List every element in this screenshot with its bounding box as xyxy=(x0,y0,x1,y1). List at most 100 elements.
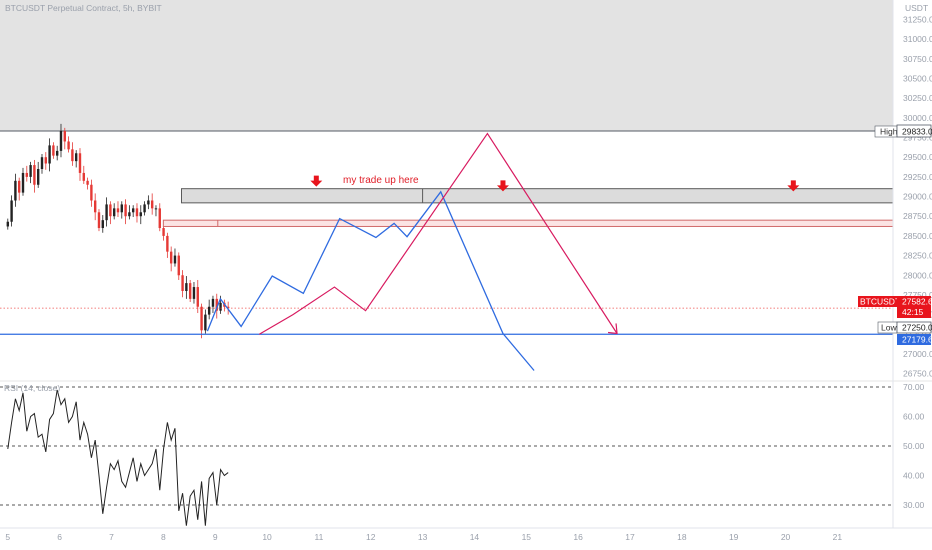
supply-zone-shading xyxy=(0,0,893,131)
candle-body xyxy=(173,255,177,264)
chart-header: BTCUSDT Perpetual Contract, 5h, BYBIT xyxy=(5,3,162,13)
candle-body xyxy=(105,204,108,221)
blue-line-price-tag: 27179.6 xyxy=(897,334,932,345)
candle-body xyxy=(188,283,192,299)
price-tick-label: 29000.0 xyxy=(903,192,932,202)
candle-body xyxy=(67,141,70,150)
candle-body xyxy=(166,235,169,252)
candle-countdown: 42:15 xyxy=(902,307,924,317)
trade-annotation: my trade up here xyxy=(343,175,419,186)
candle-body xyxy=(90,184,93,201)
time-tick-label: 17 xyxy=(625,532,635,542)
time-tick-label: 15 xyxy=(522,532,532,542)
rsi-tick-label: 50.00 xyxy=(903,441,925,451)
price-tick-label: 30750.0 xyxy=(903,54,932,64)
candle-body xyxy=(78,153,82,173)
candle-body xyxy=(10,200,13,222)
time-tick-label: 16 xyxy=(573,532,583,542)
candle-body xyxy=(219,302,222,311)
candle-body xyxy=(82,172,85,181)
time-axis: 5 6 7 8 9 10 11 12 13 14 15 16 17 18 19 20 21 xyxy=(0,527,932,542)
candle-body xyxy=(29,165,32,177)
candle-body xyxy=(40,157,44,170)
price-tick-label: 29500.0 xyxy=(903,152,932,162)
time-tick-label: 6 xyxy=(57,532,62,542)
candle-body xyxy=(120,204,123,213)
candle-body xyxy=(112,208,116,217)
price-tick-label: 26750.0 xyxy=(903,369,932,379)
time-tick-label: 21 xyxy=(833,532,843,542)
price-tick-label: 31250.0 xyxy=(903,14,932,24)
pink-projection-path xyxy=(258,132,618,335)
candle-body xyxy=(21,172,25,193)
candle-body xyxy=(25,172,28,177)
candle-body xyxy=(93,200,97,213)
time-tick-label: 19 xyxy=(729,532,739,542)
candle-body xyxy=(147,200,150,205)
candle-body xyxy=(185,283,188,291)
candle-body xyxy=(192,287,196,299)
candle-body xyxy=(14,180,17,201)
candle-body xyxy=(196,287,199,307)
candle-body xyxy=(139,212,142,217)
rsi-label: RSI (14, close) xyxy=(4,383,60,393)
candle-body xyxy=(211,298,215,307)
rsi-tick-label: 70.00 xyxy=(903,382,925,392)
candle-body xyxy=(97,212,101,229)
rsi-tick-label: 60.00 xyxy=(903,412,925,422)
price-tick-label: 29250.0 xyxy=(903,172,932,182)
down-arrow-icon xyxy=(310,175,323,187)
chart-canvas: my trade up here BTCUSDT Perpetual Contr… xyxy=(0,0,932,542)
price-tick-label: 28500.0 xyxy=(903,231,932,241)
candle-body xyxy=(63,131,66,142)
price-tick-label: 30000.0 xyxy=(903,113,932,123)
candle-body xyxy=(33,165,36,185)
time-tick-label: 18 xyxy=(677,532,687,542)
candle-body xyxy=(86,180,89,185)
candle-body xyxy=(6,221,9,227)
time-tick-label: 13 xyxy=(418,532,428,542)
candle-body xyxy=(59,131,63,151)
price-pane: my trade up here BTCUSDT Perpetual Contr… xyxy=(0,0,894,371)
high-tag-value: 29833.0 xyxy=(902,127,932,137)
candle-body xyxy=(143,204,146,213)
blue-line-tag-value: 27179.6 xyxy=(902,335,932,345)
rsi-tick-label: 30.00 xyxy=(903,500,925,510)
current-price-tag: BTCUSDT.P 27582.6 42:15 xyxy=(858,296,932,318)
candle-body xyxy=(44,157,47,164)
low-tag-value: 27250.0 xyxy=(902,323,932,333)
candle-body xyxy=(17,180,21,193)
rsi-pane: RSI (14, close) xyxy=(0,380,932,526)
time-tick-label: 8 xyxy=(161,532,166,542)
time-tick-label: 7 xyxy=(109,532,114,542)
candle-body xyxy=(135,208,139,217)
price-tick-label: 28250.0 xyxy=(903,251,932,261)
low-tag-label: Low xyxy=(881,323,897,333)
time-tick-label: 5 xyxy=(5,532,10,542)
price-tick-label: 27000.0 xyxy=(903,349,932,359)
candle-body xyxy=(158,208,161,229)
resistance-band xyxy=(162,219,894,227)
high-price-tag: High 29833.0 xyxy=(874,124,932,138)
price-tick-label: 28000.0 xyxy=(903,270,932,280)
rsi-line xyxy=(7,389,229,526)
current-price-value: 27582.6 xyxy=(902,297,932,307)
time-tick-label: 20 xyxy=(781,532,791,542)
time-tick-label: 10 xyxy=(262,532,272,542)
low-price-tag: Low 27250.0 xyxy=(877,321,932,334)
candle-body xyxy=(109,204,112,217)
time-tick-label: 9 xyxy=(213,532,218,542)
candle-body xyxy=(55,150,59,156)
price-tick-label: 30500.0 xyxy=(903,74,932,84)
time-tick-label: 11 xyxy=(314,532,323,542)
price-tick-label: 28750.0 xyxy=(903,211,932,221)
candle-body xyxy=(200,306,203,331)
candles xyxy=(6,123,230,339)
candle-body xyxy=(181,275,184,291)
candle-body xyxy=(52,145,55,156)
candle-body xyxy=(74,153,78,162)
candle-body xyxy=(177,255,180,276)
blue-projection-path xyxy=(206,190,535,371)
price-tick-label: 30250.0 xyxy=(903,93,932,103)
candle-body xyxy=(101,220,104,229)
